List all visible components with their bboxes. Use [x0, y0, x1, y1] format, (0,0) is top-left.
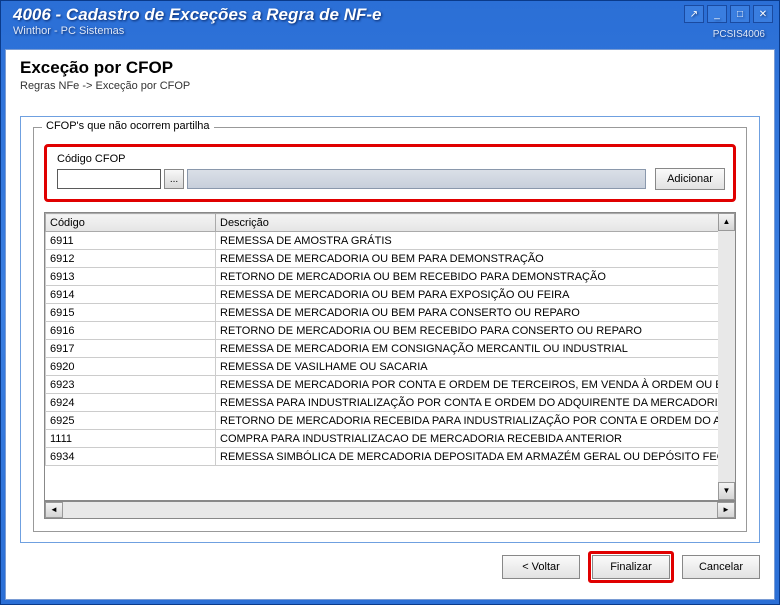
table-row[interactable]: 6934REMESSA SIMBÓLICA DE MERCADORIA DEPO… [46, 448, 735, 466]
table-row[interactable]: 1111COMPRA PARA INDUSTRIALIZACAO DE MERC… [46, 430, 735, 448]
window-controls: ↗ _ □ ✕ [684, 5, 773, 23]
vertical-scrollbar[interactable]: ▲ ▼ [718, 212, 736, 501]
cfop-table[interactable]: Código Descrição 6911REMESSA DE AMOSTRA … [44, 212, 736, 501]
back-button[interactable]: < Voltar [502, 555, 580, 579]
fieldset-legend: CFOP's que não ocorrem partilha [42, 120, 214, 132]
close-icon[interactable]: ✕ [753, 5, 773, 23]
cell-code: 6915 [46, 304, 216, 322]
titlebar: 4006 - Cadastro de Exceções a Regra de N… [1, 1, 779, 45]
cancel-button[interactable]: Cancelar [682, 555, 760, 579]
lookup-button[interactable]: ... [164, 169, 184, 189]
window-subtitle: Winthor - PC Sistemas [13, 25, 771, 37]
table-row[interactable]: 6924REMESSA PARA INDUSTRIALIZAÇÃO POR CO… [46, 394, 735, 412]
cell-desc: REMESSA SIMBÓLICA DE MERCADORIA DEPOSITA… [216, 448, 735, 466]
table-row[interactable]: 6911REMESSA DE AMOSTRA GRÁTIS [46, 232, 735, 250]
table-row[interactable]: 6915REMESSA DE MERCADORIA OU BEM PARA CO… [46, 304, 735, 322]
cfop-code-input[interactable] [57, 169, 161, 189]
cell-desc: REMESSA DE VASILHAME OU SACARIA [216, 358, 735, 376]
cfop-fieldset: CFOP's que não ocorrem partilha Código C… [33, 127, 747, 532]
app-code: PCSIS4006 [713, 29, 765, 40]
table-row[interactable]: 6912REMESSA DE MERCADORIA OU BEM PARA DE… [46, 250, 735, 268]
page-header: Exceção por CFOP Regras NFe -> Exceção p… [6, 50, 774, 98]
input-highlight-box: Código CFOP ... Adicionar [44, 144, 736, 202]
cell-code: 6934 [46, 448, 216, 466]
cell-code: 6917 [46, 340, 216, 358]
cell-desc: RETORNO DE MERCADORIA RECEBIDA PARA INDU… [216, 412, 735, 430]
cell-desc: RETORNO DE MERCADORIA OU BEM RECEBIDO PA… [216, 268, 735, 286]
restore-icon[interactable]: ↗ [684, 5, 704, 23]
cell-code: 6916 [46, 322, 216, 340]
cell-desc: REMESSA DE MERCADORIA OU BEM PARA CONSER… [216, 304, 735, 322]
page-title: Exceção por CFOP [20, 58, 760, 78]
table-row[interactable]: 6914REMESSA DE MERCADORIA OU BEM PARA EX… [46, 286, 735, 304]
scroll-up-icon[interactable]: ▲ [718, 213, 735, 231]
table-row[interactable]: 6920REMESSA DE VASILHAME OU SACARIA [46, 358, 735, 376]
cell-code: 6924 [46, 394, 216, 412]
table-row[interactable]: 6913RETORNO DE MERCADORIA OU BEM RECEBID… [46, 268, 735, 286]
scroll-right-icon[interactable]: ► [717, 502, 735, 518]
maximize-icon[interactable]: □ [730, 5, 750, 23]
cell-desc: REMESSA DE MERCADORIA OU BEM PARA DEMONS… [216, 250, 735, 268]
content-panel: CFOP's que não ocorrem partilha Código C… [20, 116, 760, 543]
table-row[interactable]: 6916RETORNO DE MERCADORIA OU BEM RECEBID… [46, 322, 735, 340]
code-label: Código CFOP [57, 153, 725, 165]
cell-code: 6914 [46, 286, 216, 304]
cell-code: 1111 [46, 430, 216, 448]
cell-desc: REMESSA DE AMOSTRA GRÁTIS [216, 232, 735, 250]
cell-desc: REMESSA DE MERCADORIA EM CONSIGNAÇÃO MER… [216, 340, 735, 358]
cell-code: 6923 [46, 376, 216, 394]
cell-code: 6913 [46, 268, 216, 286]
horizontal-scrollbar[interactable]: ◄ ► [44, 501, 736, 519]
cell-desc: REMESSA DE MERCADORIA POR CONTA E ORDEM … [216, 376, 735, 394]
client-area: Exceção por CFOP Regras NFe -> Exceção p… [5, 49, 775, 600]
cell-code: 6925 [46, 412, 216, 430]
table-row[interactable]: 6923REMESSA DE MERCADORIA POR CONTA E OR… [46, 376, 735, 394]
add-button[interactable]: Adicionar [655, 168, 725, 190]
scroll-left-icon[interactable]: ◄ [45, 502, 63, 518]
cell-code: 6912 [46, 250, 216, 268]
table-row[interactable]: 6925RETORNO DE MERCADORIA RECEBIDA PARA … [46, 412, 735, 430]
minimize-icon[interactable]: _ [707, 5, 727, 23]
footer-bar: < Voltar Finalizar Cancelar [20, 551, 760, 583]
column-header-code[interactable]: Código [46, 214, 216, 232]
window-title: 4006 - Cadastro de Exceções a Regra de N… [13, 5, 771, 25]
cell-desc: REMESSA DE MERCADORIA OU BEM PARA EXPOSI… [216, 286, 735, 304]
table-row[interactable]: 6917REMESSA DE MERCADORIA EM CONSIGNAÇÃO… [46, 340, 735, 358]
breadcrumb: Regras NFe -> Exceção por CFOP [20, 80, 760, 92]
cell-desc: COMPRA PARA INDUSTRIALIZACAO DE MERCADOR… [216, 430, 735, 448]
cfop-description-display [187, 169, 646, 189]
cell-code: 6911 [46, 232, 216, 250]
cell-code: 6920 [46, 358, 216, 376]
cell-desc: REMESSA PARA INDUSTRIALIZAÇÃO POR CONTA … [216, 394, 735, 412]
input-row: ... Adicionar [57, 168, 725, 190]
scroll-down-icon[interactable]: ▼ [718, 482, 735, 500]
finish-highlight: Finalizar [588, 551, 674, 583]
app-window: 4006 - Cadastro de Exceções a Regra de N… [0, 0, 780, 605]
finish-button[interactable]: Finalizar [592, 555, 670, 579]
cell-desc: RETORNO DE MERCADORIA OU BEM RECEBIDO PA… [216, 322, 735, 340]
column-header-desc[interactable]: Descrição [216, 214, 735, 232]
